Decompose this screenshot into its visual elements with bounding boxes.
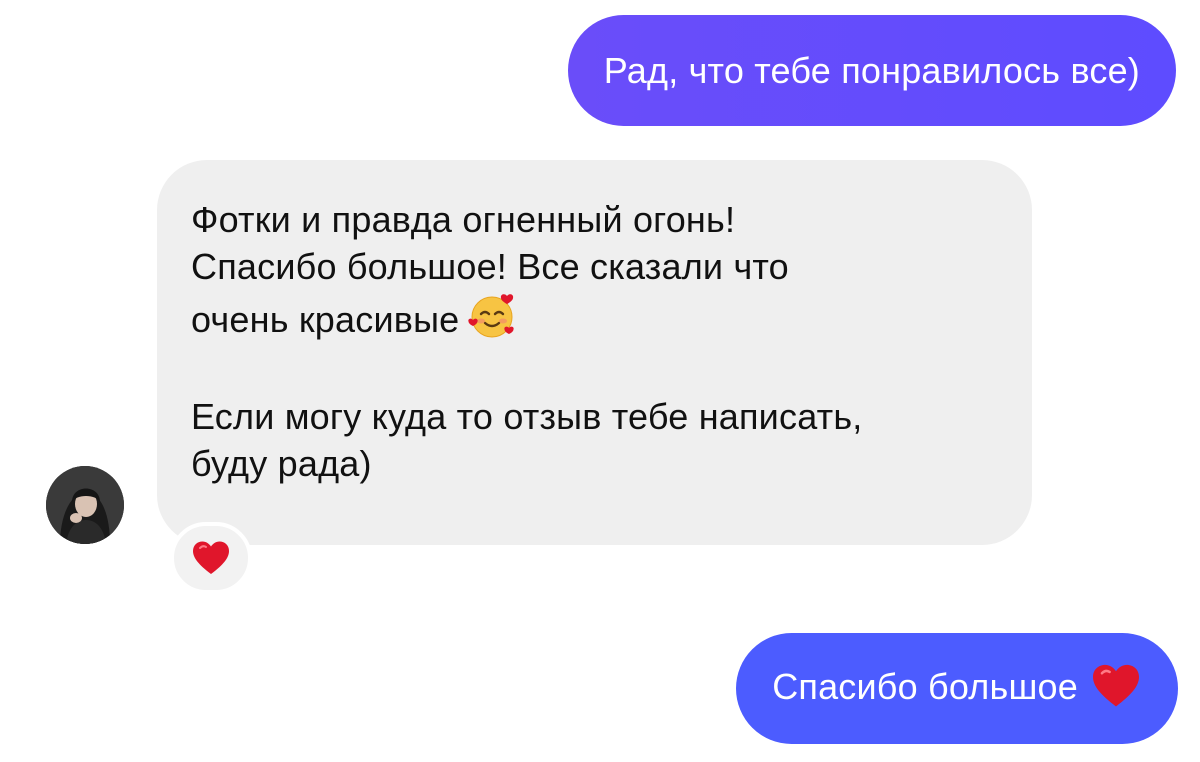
chat-thread: Рад, что тебе понравилось все) Фотки и п… xyxy=(0,0,1200,762)
message-line: Спасибо большое! Все сказали что xyxy=(191,246,789,287)
outgoing-message-bubble[interactable]: Спасибо большое xyxy=(736,633,1178,744)
message-text: Спасибо большое xyxy=(772,666,1078,707)
avatar[interactable] xyxy=(46,466,124,544)
red-heart-icon xyxy=(1093,664,1139,707)
message-line-text: очень красивые xyxy=(191,299,460,340)
message-line: буду рада) xyxy=(191,443,372,484)
incoming-message-bubble[interactable]: Фотки и правда огненный огонь! Спасибо б… xyxy=(157,160,1032,545)
message-line: очень красивые xyxy=(191,290,998,340)
message-text: Рад, что тебе понравилось все) xyxy=(603,50,1140,91)
outgoing-message-bubble[interactable]: Рад, что тебе понравилось все) xyxy=(567,15,1176,126)
message-reaction[interactable] xyxy=(170,522,252,594)
message-line: Фотки и правда огненный огонь! xyxy=(191,199,736,240)
message-line: Если могу куда то отзыв тебе написать, xyxy=(191,396,863,437)
avatar-photo xyxy=(46,466,124,544)
smiling-face-with-hearts-icon xyxy=(468,294,515,338)
red-heart-icon xyxy=(193,541,229,574)
